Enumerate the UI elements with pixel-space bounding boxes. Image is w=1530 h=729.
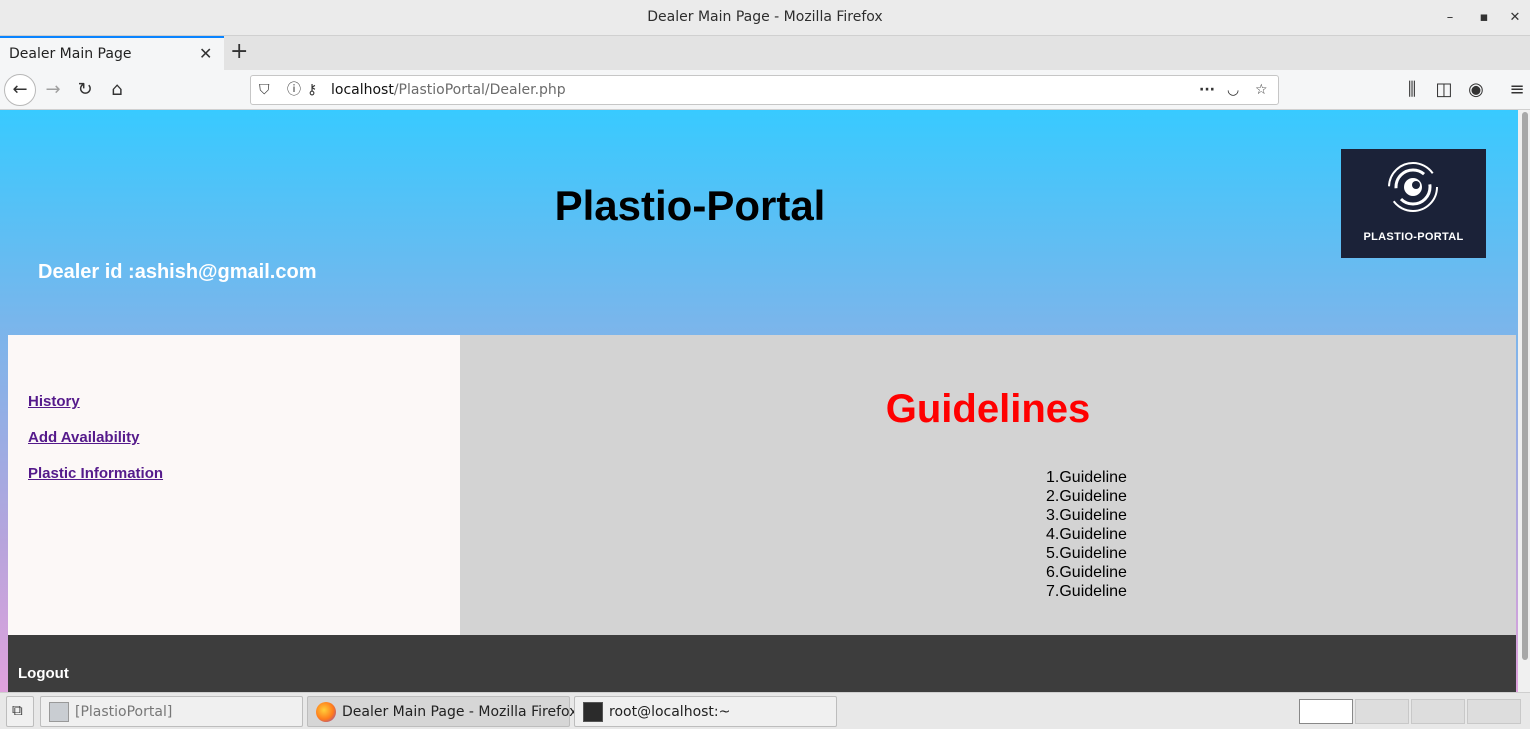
- browser-tab[interactable]: Dealer Main Page ✕: [0, 36, 224, 70]
- bookmark-star-icon[interactable]: ☆: [1255, 80, 1268, 100]
- tracking-shield-icon[interactable]: ⛉: [259, 80, 270, 100]
- show-desktop-icon[interactable]: ⧉: [6, 696, 34, 727]
- url-bar[interactable]: ⛉ ⓘ ⚷ localhost/PlastioPortal/Dealer.php…: [250, 75, 1279, 105]
- close-tab-icon[interactable]: ✕: [199, 44, 212, 63]
- new-tab-icon[interactable]: +: [230, 40, 248, 64]
- pocket-icon[interactable]: ◡: [1227, 80, 1239, 100]
- account-icon[interactable]: ◉: [1464, 78, 1488, 102]
- terminal-icon: [583, 702, 603, 722]
- guideline-item: 1.Guideline: [1046, 469, 1127, 486]
- navigation-bar: ← → ↻ ⌂ ⛉ ⓘ ⚷ localhost/PlastioPortal/De…: [0, 70, 1530, 110]
- tab-strip: Dealer Main Page ✕ +: [0, 36, 1530, 70]
- site-title: Plastio-Portal: [554, 182, 826, 229]
- guideline-item: 6.Guideline: [1046, 564, 1127, 581]
- task-label: [PlastioPortal]: [75, 704, 173, 720]
- guidelines-list: 1.Guideline 2.Guideline 3.Guideline 4.Gu…: [1046, 468, 1127, 601]
- url-path: /PlastioPortal/Dealer.php: [393, 82, 566, 98]
- reload-icon[interactable]: ↻: [73, 78, 97, 102]
- workspace-2[interactable]: [1355, 699, 1409, 724]
- footer: Logout: [8, 635, 1516, 692]
- swirl-icon: [1388, 162, 1438, 212]
- key-icon[interactable]: ⚷: [307, 80, 317, 100]
- page-scrollbar[interactable]: [1518, 110, 1530, 692]
- home-icon[interactable]: ⌂: [105, 78, 129, 102]
- taskbar: ⧉ [PlastioPortal] Dealer Main Page - Moz…: [0, 692, 1530, 729]
- task-plastioportal[interactable]: [PlastioPortal]: [40, 696, 303, 727]
- guidelines-heading: Guidelines: [885, 387, 1091, 431]
- forward-icon[interactable]: →: [41, 78, 65, 102]
- page-content: Plastio-Portal Dealer id :ashish@gmail.c…: [0, 110, 1530, 692]
- guideline-item: 4.Guideline: [1046, 526, 1127, 543]
- sidebar: History Add Availability Plastic Informa…: [8, 335, 460, 635]
- site-info-icon[interactable]: ⓘ: [287, 80, 301, 100]
- history-link[interactable]: History: [28, 393, 80, 410]
- workspace-1[interactable]: [1299, 699, 1353, 724]
- page-actions-icon[interactable]: ···: [1199, 80, 1215, 100]
- task-firefox[interactable]: Dealer Main Page - Mozilla Firefox: [307, 696, 577, 727]
- workspace-4[interactable]: [1467, 699, 1521, 724]
- file-manager-icon: [49, 702, 69, 722]
- maximize-button[interactable]: ▪: [1474, 8, 1494, 28]
- guideline-item: 2.Guideline: [1046, 488, 1127, 505]
- guideline-item: 5.Guideline: [1046, 545, 1127, 562]
- minimize-button[interactable]: –: [1440, 8, 1460, 28]
- tab-label: Dealer Main Page: [9, 46, 132, 62]
- task-label: root@localhost:~: [609, 704, 731, 720]
- workspace-3[interactable]: [1411, 699, 1465, 724]
- close-window-button[interactable]: ✕: [1505, 8, 1525, 28]
- windows-icon: ⧉: [12, 701, 23, 719]
- sidebar-toggle-icon[interactable]: ◫: [1432, 78, 1456, 102]
- url-host: localhost: [331, 82, 394, 98]
- scrollbar-thumb[interactable]: [1522, 112, 1528, 660]
- library-icon[interactable]: ⫼: [1400, 78, 1424, 102]
- guideline-item: 3.Guideline: [1046, 507, 1127, 524]
- task-label: Dealer Main Page - Mozilla Firefox: [342, 704, 578, 720]
- url-text[interactable]: localhost/PlastioPortal/Dealer.php: [331, 82, 566, 98]
- dealer-id: Dealer id :ashish@gmail.com: [38, 261, 317, 283]
- back-icon[interactable]: ←: [4, 74, 36, 106]
- add-availability-link[interactable]: Add Availability: [28, 429, 139, 446]
- main-panel: Guidelines 1.Guideline 2.Guideline 3.Gui…: [460, 335, 1516, 635]
- plastic-information-link[interactable]: Plastic Information: [28, 465, 163, 482]
- window-titlebar: Dealer Main Page - Mozilla Firefox – ▪ ✕: [0, 0, 1530, 36]
- guideline-item: 7.Guideline: [1046, 583, 1127, 600]
- logout-link[interactable]: Logout: [18, 665, 69, 682]
- task-terminal[interactable]: root@localhost:~: [574, 696, 837, 727]
- firefox-icon: [316, 702, 336, 722]
- plastio-portal-logo: PLASTIO-PORTAL: [1341, 149, 1486, 258]
- window-title: Dealer Main Page - Mozilla Firefox: [647, 9, 883, 25]
- menu-icon[interactable]: ≡: [1505, 78, 1529, 102]
- logo-text: PLASTIO-PORTAL: [1363, 231, 1464, 243]
